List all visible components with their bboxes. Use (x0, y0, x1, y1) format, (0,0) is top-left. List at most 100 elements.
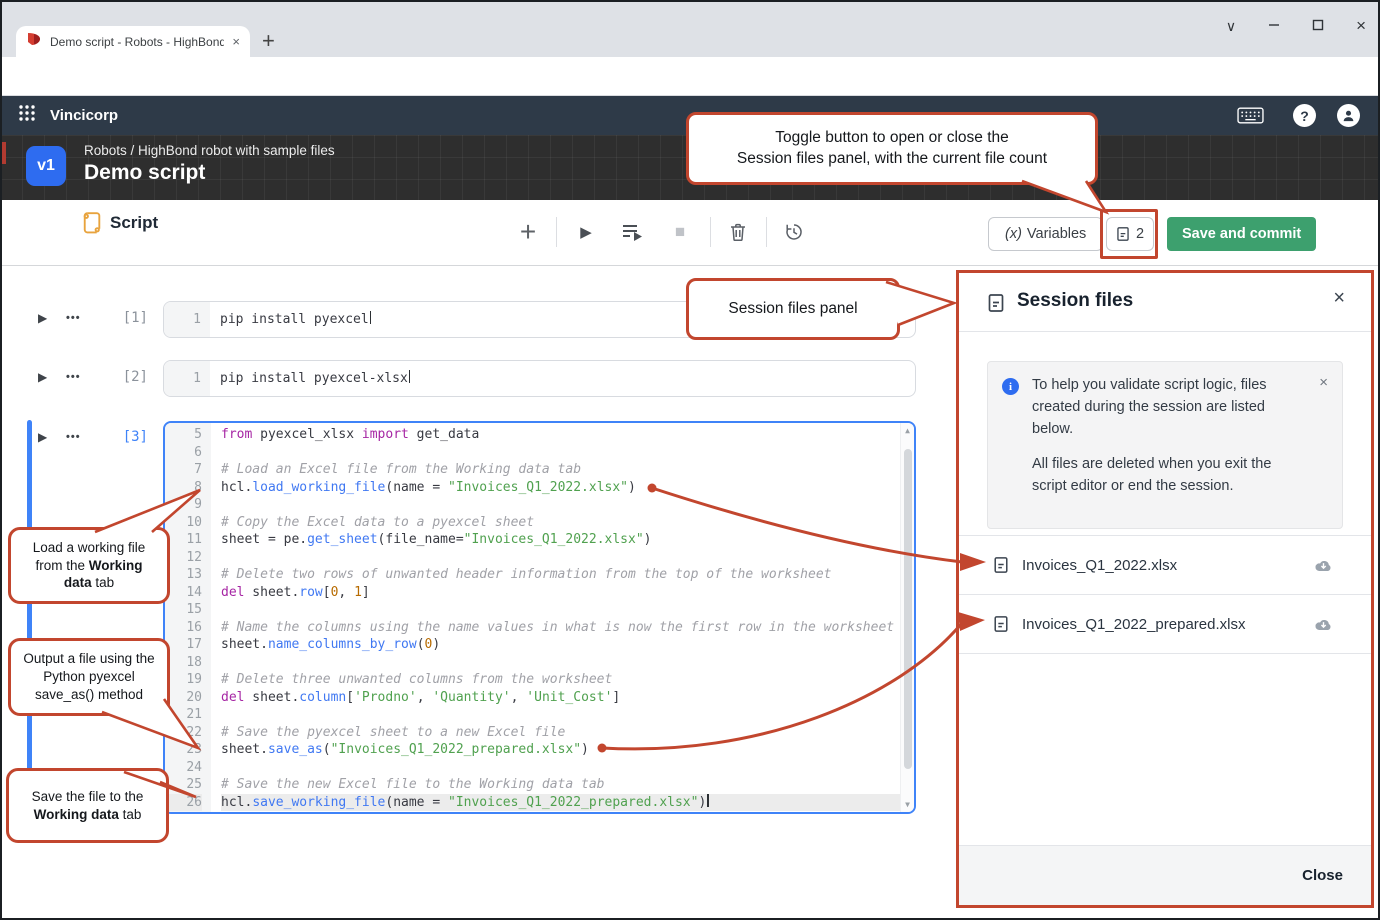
code-line[interactable]: hcl.load_working_file(name = "Invoices_Q… (221, 479, 900, 497)
cell-index: [1] (100, 310, 148, 326)
delete-cell-button[interactable] (724, 218, 752, 246)
file-name: Invoices_Q1_2022.xlsx (1022, 557, 1301, 574)
script-toolbar: Script + ▶ ■ (x) Variables 2 Save and co… (0, 200, 1380, 266)
run-cell-button[interactable]: ▶ (38, 311, 47, 325)
edge-logo-sliver (0, 142, 6, 164)
line-number: 25 (165, 776, 202, 794)
new-tab-button[interactable]: + (262, 28, 275, 54)
code-line[interactable]: del sheet.row[0, 1] (221, 584, 900, 602)
code-line[interactable] (221, 706, 900, 724)
info-dismiss-icon[interactable]: × (1319, 374, 1328, 391)
tab-close-icon[interactable]: × (232, 34, 240, 49)
callout-toggle-button: Toggle button to open or close the Sessi… (686, 112, 1098, 185)
session-file-row[interactable]: Invoices_Q1_2022.xlsx (959, 535, 1371, 594)
org-name[interactable]: Vincicorp (50, 107, 118, 124)
cell-menu-button[interactable]: ••• (66, 312, 81, 324)
code-line[interactable] (221, 601, 900, 619)
code-line[interactable]: # Name the columns using the name values… (221, 619, 900, 637)
code-line[interactable]: # Save the new Excel file to the Working… (221, 776, 900, 794)
code-line[interactable]: sheet.name_columns_by_row(0) (221, 636, 900, 654)
script-label: Script (110, 213, 158, 233)
window-close-button[interactable]: × (1356, 16, 1366, 36)
page-title: Demo script (84, 161, 205, 185)
text-cursor (370, 311, 372, 324)
line-number: 16 (165, 619, 202, 637)
stop-button[interactable]: ■ (666, 218, 694, 246)
cell-menu-button[interactable]: ••• (66, 431, 81, 443)
code-line[interactable] (221, 496, 900, 514)
save-and-commit-button[interactable]: Save and commit (1167, 217, 1316, 251)
close-button[interactable]: Close (1302, 867, 1343, 884)
file-icon (993, 556, 1009, 574)
app-launcher-icon[interactable] (18, 104, 36, 127)
code-editor[interactable]: from pyexcel_xlsx import get_data # Load … (211, 423, 900, 812)
scrollbar-thumb[interactable] (904, 449, 912, 769)
version-badge: v1 (26, 146, 66, 186)
line-number: 18 (165, 654, 202, 672)
window-minimize-button[interactable] (1268, 18, 1280, 34)
download-icon[interactable] (1314, 558, 1333, 573)
callout-save-file: Save the file to the Working data tab (6, 768, 169, 843)
code-editor[interactable]: pip install pyexcel-xlsx (210, 361, 915, 396)
code-line[interactable]: # Load an Excel file from the Working da… (221, 461, 900, 479)
session-file-row[interactable]: Invoices_Q1_2022_prepared.xlsx (959, 594, 1371, 654)
scroll-down-icon[interactable]: ▼ (901, 800, 914, 809)
line-number-gutter: 1 (164, 302, 210, 337)
code-line[interactable]: del sheet.column['Prodno', 'Quantity', '… (221, 689, 900, 707)
line-number: 15 (165, 601, 202, 619)
browser-tab[interactable]: Demo script - Robots - HighBond × (16, 26, 250, 57)
help-icon[interactable]: ? (1293, 104, 1316, 127)
breadcrumb[interactable]: Robots / HighBond robot with sample file… (84, 143, 335, 158)
code-line[interactable] (221, 549, 900, 567)
code-line[interactable]: # Save the pyexcel sheet to a new Excel … (221, 724, 900, 742)
code-line[interactable]: sheet = pe.get_sheet(file_name="Invoices… (221, 531, 900, 549)
line-number: 5 (165, 426, 202, 444)
scroll-up-icon[interactable]: ▲ (901, 426, 914, 435)
run-cell-button[interactable]: ▶ (38, 430, 47, 444)
add-cell-button[interactable]: + (514, 218, 542, 246)
line-number: 6 (165, 444, 202, 462)
callout-text: Session files panel (728, 299, 857, 319)
run-all-button[interactable] (618, 218, 646, 246)
code-cell-selected[interactable]: 567891011121314151617181920212223242526 … (163, 421, 916, 814)
window-maximize-button[interactable] (1312, 18, 1324, 34)
code-line[interactable]: # Delete two rows of unwanted header inf… (221, 566, 900, 584)
history-button[interactable] (780, 218, 808, 246)
code-line[interactable] (221, 759, 900, 777)
keyboard-shortcuts-icon[interactable] (1237, 107, 1264, 124)
variables-button[interactable]: (x) Variables (988, 217, 1103, 251)
line-number: 14 (165, 584, 202, 602)
download-icon[interactable] (1314, 617, 1333, 632)
file-name: Invoices_Q1_2022_prepared.xlsx (1022, 616, 1301, 633)
info-text: All files are deleted when you exit the … (1032, 454, 1300, 498)
browser-tab-strip: Demo script - Robots - HighBond × + ∨ × (0, 0, 1380, 57)
code-line[interactable]: # Copy the Excel data to a pyexcel sheet (221, 514, 900, 532)
callout-output-file: Output a file using the Python pyexcel s… (8, 638, 170, 716)
line-number: 1 (164, 311, 201, 329)
text-cursor (409, 370, 411, 383)
editor-scrollbar[interactable]: ▲ ▼ (900, 423, 914, 812)
line-number: 17 (165, 636, 202, 654)
browser-window: Demo script - Robots - HighBond × + ∨ × … (0, 0, 1380, 920)
code-line[interactable]: from pyexcel_xlsx import get_data (221, 426, 900, 444)
run-cell-button[interactable]: ▶ (572, 218, 600, 246)
code-cell[interactable]: 1 pip install pyexcel-xlsx (163, 360, 916, 397)
panel-close-icon[interactable]: × (1333, 287, 1345, 310)
code-line[interactable]: hcl.save_working_file(name = "Invoices_Q… (221, 794, 900, 812)
line-number: 20 (165, 689, 202, 707)
callout-session-files-panel: Session files panel (686, 278, 900, 340)
cell-index: [3] (100, 429, 148, 445)
code-line[interactable]: sheet.save_as("Invoices_Q1_2022_prepared… (221, 741, 900, 759)
script-scroll-icon (80, 210, 103, 240)
code-line[interactable]: pip install pyexcel-xlsx (220, 370, 915, 388)
run-cell-button[interactable]: ▶ (38, 370, 47, 384)
code-line[interactable]: # Delete three unwanted columns from the… (221, 671, 900, 689)
code-line[interactable] (221, 654, 900, 672)
info-banner: i × To help you validate script logic, f… (987, 361, 1343, 529)
code-line[interactable] (221, 444, 900, 462)
toolbar-divider (556, 217, 557, 247)
callout-text: Load a working file from the Working dat… (21, 539, 157, 592)
account-icon[interactable] (1337, 104, 1360, 127)
cell-menu-button[interactable]: ••• (66, 371, 81, 383)
window-chevron-icon[interactable]: ∨ (1226, 18, 1236, 35)
